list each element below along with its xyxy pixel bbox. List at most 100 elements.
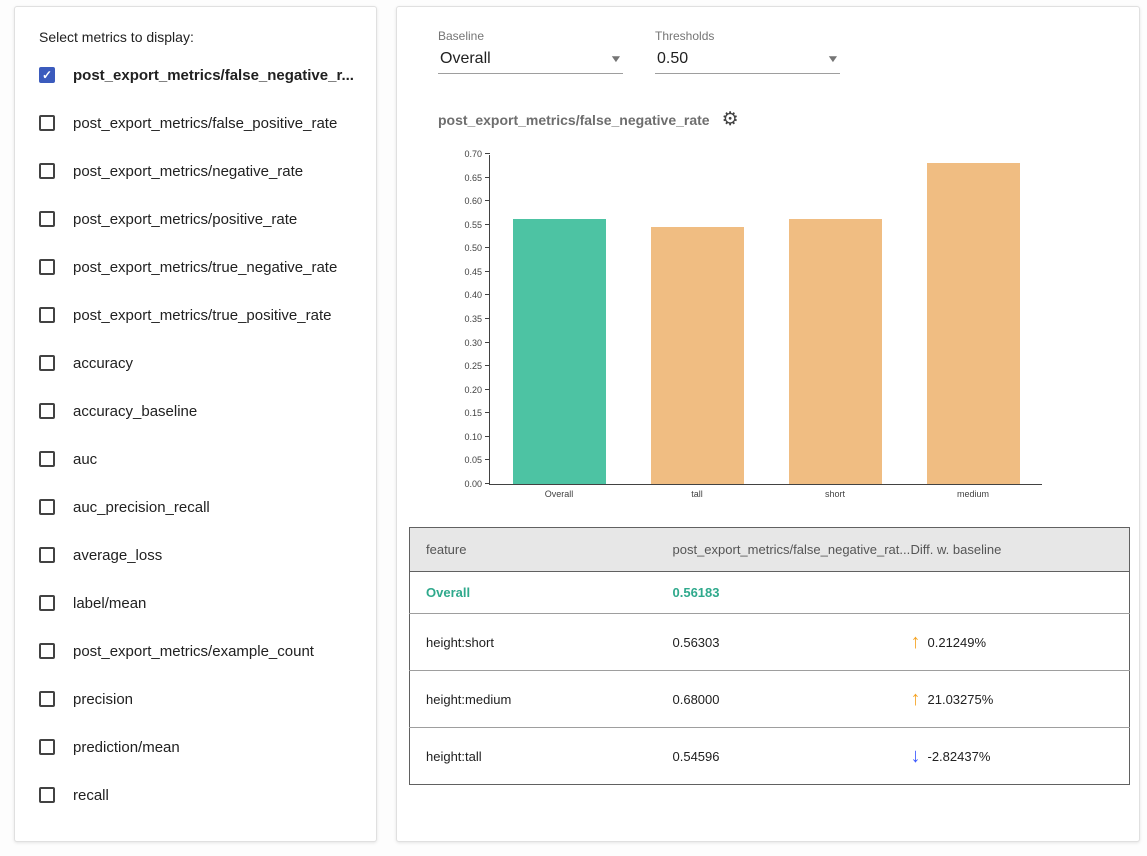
metric-checkbox-item[interactable]: prediction/mean bbox=[35, 723, 352, 771]
feature-cell: Overall bbox=[410, 572, 657, 614]
metric-label: precision bbox=[73, 691, 133, 708]
settings-gear-icon[interactable]: ⚙ bbox=[722, 110, 739, 129]
chart-bar[interactable] bbox=[789, 219, 882, 484]
checkbox-icon[interactable] bbox=[39, 355, 55, 371]
metric-label: post_export_metrics/negative_rate bbox=[73, 163, 303, 180]
table-row: height:tall0.54596↓-2.82437% bbox=[410, 728, 1130, 785]
down-arrow-icon: ↓ bbox=[911, 746, 921, 766]
y-axis-tick-label: 0.35 bbox=[442, 314, 482, 324]
chart-bar-slot: short bbox=[766, 155, 904, 484]
x-axis-tick-label: tall bbox=[628, 489, 766, 499]
metric-label: accuracy bbox=[73, 355, 133, 372]
x-axis-tick-label: medium bbox=[904, 489, 1042, 499]
diff-percent-text: 21.03275% bbox=[928, 692, 994, 707]
y-axis-tick-label: 0.60 bbox=[442, 196, 482, 206]
metric-checkbox-item[interactable]: post_export_metrics/false_positive_rate bbox=[35, 99, 352, 147]
checkbox-icon[interactable] bbox=[39, 547, 55, 563]
metric-checkbox-item[interactable]: post_export_metrics/true_negative_rate bbox=[35, 243, 352, 291]
table-row: height:medium0.68000↑21.03275% bbox=[410, 671, 1130, 728]
metric-label: post_export_metrics/false_negative_r... bbox=[73, 67, 354, 84]
thresholds-select-label: Thresholds bbox=[655, 29, 840, 43]
value-cell: 0.56183 bbox=[657, 572, 895, 614]
metric-label: prediction/mean bbox=[73, 739, 180, 756]
checkbox-icon[interactable] bbox=[39, 307, 55, 323]
checkbox-icon[interactable] bbox=[39, 643, 55, 659]
checkbox-icon[interactable] bbox=[39, 739, 55, 755]
diff-cell-wrap: ↑ 21.03275% bbox=[895, 671, 1130, 728]
x-axis-tick-label: short bbox=[766, 489, 904, 499]
dropdown-arrow-icon[interactable]: ▼ bbox=[826, 54, 840, 65]
checkbox-icon[interactable] bbox=[39, 403, 55, 419]
chart-title: post_export_metrics/false_negative_rate bbox=[438, 112, 710, 128]
dropdown-arrow-icon[interactable]: ▼ bbox=[609, 54, 623, 65]
metric-checkbox-item[interactable]: ✓ post_export_metrics/false_negative_r... bbox=[35, 51, 352, 99]
chart-bar-slot: medium bbox=[904, 155, 1042, 484]
bar-chart: 0.000.050.100.150.200.250.300.350.400.45… bbox=[438, 145, 1121, 513]
metric-selector-panel: Select metrics to display: ✓post_export_… bbox=[14, 6, 377, 842]
metric-checkbox-item[interactable]: accuracy_baseline bbox=[35, 387, 352, 435]
controls-row: Baseline Overall ▼ Thresholds 0.50 ▼ bbox=[438, 29, 1121, 74]
table-column-header: post_export_metrics/false_negative_rat..… bbox=[657, 528, 895, 572]
diff-cell-wrap bbox=[895, 572, 1130, 614]
y-axis-tick-label: 0.55 bbox=[442, 220, 482, 230]
checkbox-icon[interactable] bbox=[39, 163, 55, 179]
metric-label: auc bbox=[73, 451, 97, 468]
metric-checkbox-item[interactable]: auc bbox=[35, 435, 352, 483]
baseline-select[interactable]: Baseline Overall ▼ bbox=[438, 29, 623, 74]
checkbox-icon[interactable] bbox=[39, 115, 55, 131]
chart-bar[interactable] bbox=[927, 163, 1020, 484]
chart-bars: Overalltallshortmedium bbox=[490, 155, 1042, 484]
diff-percent-text: 0.21249% bbox=[928, 635, 987, 650]
metric-checkbox-item[interactable]: accuracy bbox=[35, 339, 352, 387]
metric-label: auc_precision_recall bbox=[73, 499, 210, 516]
metrics-table: featurepost_export_metrics/false_negativ… bbox=[409, 527, 1130, 785]
metric-checkbox-item[interactable]: post_export_metrics/true_positive_rate bbox=[35, 291, 352, 339]
metric-checkbox-item[interactable]: post_export_metrics/negative_rate bbox=[35, 147, 352, 195]
metric-checkbox-item[interactable]: auc_precision_recall bbox=[35, 483, 352, 531]
value-cell: 0.56303 bbox=[657, 614, 895, 671]
metrics-panel: Baseline Overall ▼ Thresholds 0.50 ▼ pos… bbox=[396, 6, 1140, 842]
thresholds-select[interactable]: Thresholds 0.50 ▼ bbox=[655, 29, 840, 74]
metric-checkbox-item[interactable]: precision bbox=[35, 675, 352, 723]
checkbox-icon[interactable] bbox=[39, 787, 55, 803]
baseline-select-value: Overall bbox=[440, 50, 491, 68]
metric-label: post_export_metrics/true_negative_rate bbox=[73, 259, 337, 276]
metric-checkbox-item[interactable]: label/mean bbox=[35, 579, 352, 627]
checkbox-icon[interactable] bbox=[39, 499, 55, 515]
y-axis-tick-label: 0.50 bbox=[442, 243, 482, 253]
up-arrow-icon: ↑ bbox=[911, 689, 921, 709]
y-axis-tick-label: 0.15 bbox=[442, 408, 482, 418]
y-axis-tick-label: 0.05 bbox=[442, 455, 482, 465]
checkbox-checked-icon[interactable]: ✓ bbox=[39, 67, 55, 83]
diff-percent-text: -2.82437% bbox=[928, 749, 991, 764]
metric-checkbox-item[interactable]: recall bbox=[35, 771, 352, 819]
up-arrow-icon: ↑ bbox=[911, 632, 921, 652]
checkbox-icon[interactable] bbox=[39, 451, 55, 467]
diff-cell-wrap: ↑ 0.21249% bbox=[895, 614, 1130, 671]
chart-bar[interactable] bbox=[513, 219, 606, 484]
metric-list: ✓ post_export_metrics/false_negative_r...… bbox=[35, 51, 352, 819]
checkbox-icon[interactable] bbox=[39, 595, 55, 611]
metric-checkbox-item[interactable]: average_loss bbox=[35, 531, 352, 579]
diff-value: ↑ 0.21249% bbox=[911, 632, 1114, 652]
y-axis-tick-label: 0.20 bbox=[442, 385, 482, 395]
chart-bar[interactable] bbox=[651, 227, 744, 484]
y-axis-tick-label: 0.00 bbox=[442, 479, 482, 489]
y-axis-tick-label: 0.10 bbox=[442, 432, 482, 442]
y-axis-tick-label: 0.30 bbox=[442, 338, 482, 348]
checkbox-icon[interactable] bbox=[39, 211, 55, 227]
feature-cell: height:short bbox=[410, 614, 657, 671]
y-axis-tick-label: 0.25 bbox=[442, 361, 482, 371]
checkbox-icon[interactable] bbox=[39, 691, 55, 707]
checkbox-icon[interactable] bbox=[39, 259, 55, 275]
table-column-header: feature bbox=[410, 528, 657, 572]
chart-bar-slot: tall bbox=[628, 155, 766, 484]
metric-checkbox-item[interactable]: post_export_metrics/example_count bbox=[35, 627, 352, 675]
metric-label: post_export_metrics/positive_rate bbox=[73, 211, 297, 228]
y-axis-tick-label: 0.45 bbox=[442, 267, 482, 277]
diff-value: ↑ 21.03275% bbox=[911, 689, 1114, 709]
metric-label: average_loss bbox=[73, 547, 162, 564]
thresholds-select-value: 0.50 bbox=[657, 50, 688, 68]
metric-checkbox-item[interactable]: post_export_metrics/positive_rate bbox=[35, 195, 352, 243]
table-column-header: Diff. w. baseline bbox=[895, 528, 1130, 572]
